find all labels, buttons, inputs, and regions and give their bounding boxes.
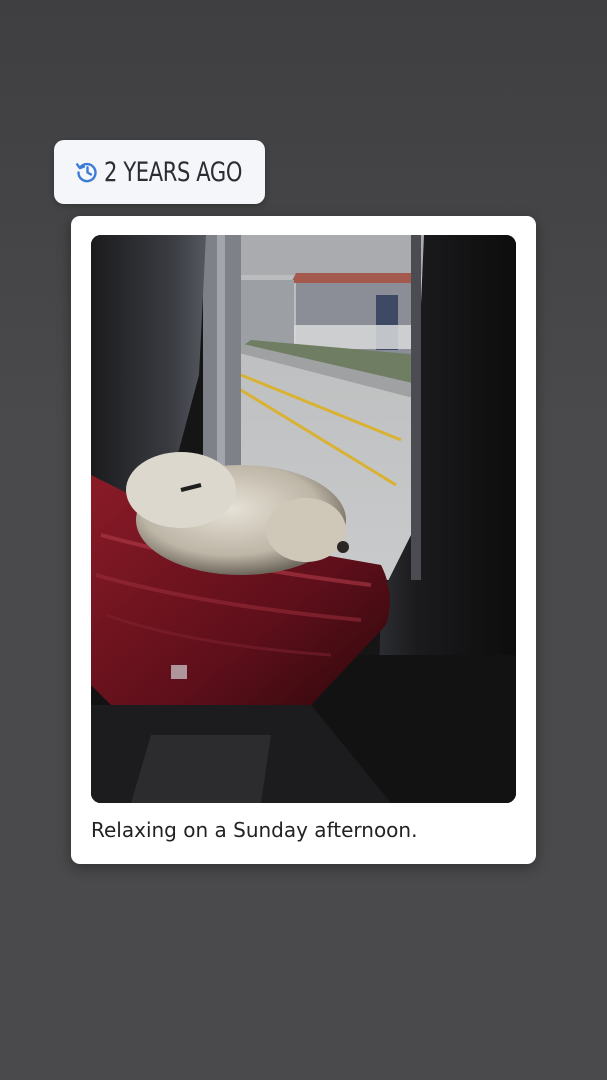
memory-label: 2 YEARS AGO (104, 156, 243, 188)
post-caption: Relaxing on a Sunday afternoon. (91, 818, 418, 842)
dog-on-windowsill-photo[interactable] (91, 235, 516, 803)
history-icon (74, 159, 100, 185)
memory-badge: 2 YEARS AGO (54, 140, 265, 204)
memory-card[interactable]: Relaxing on a Sunday afternoon. (71, 216, 536, 864)
